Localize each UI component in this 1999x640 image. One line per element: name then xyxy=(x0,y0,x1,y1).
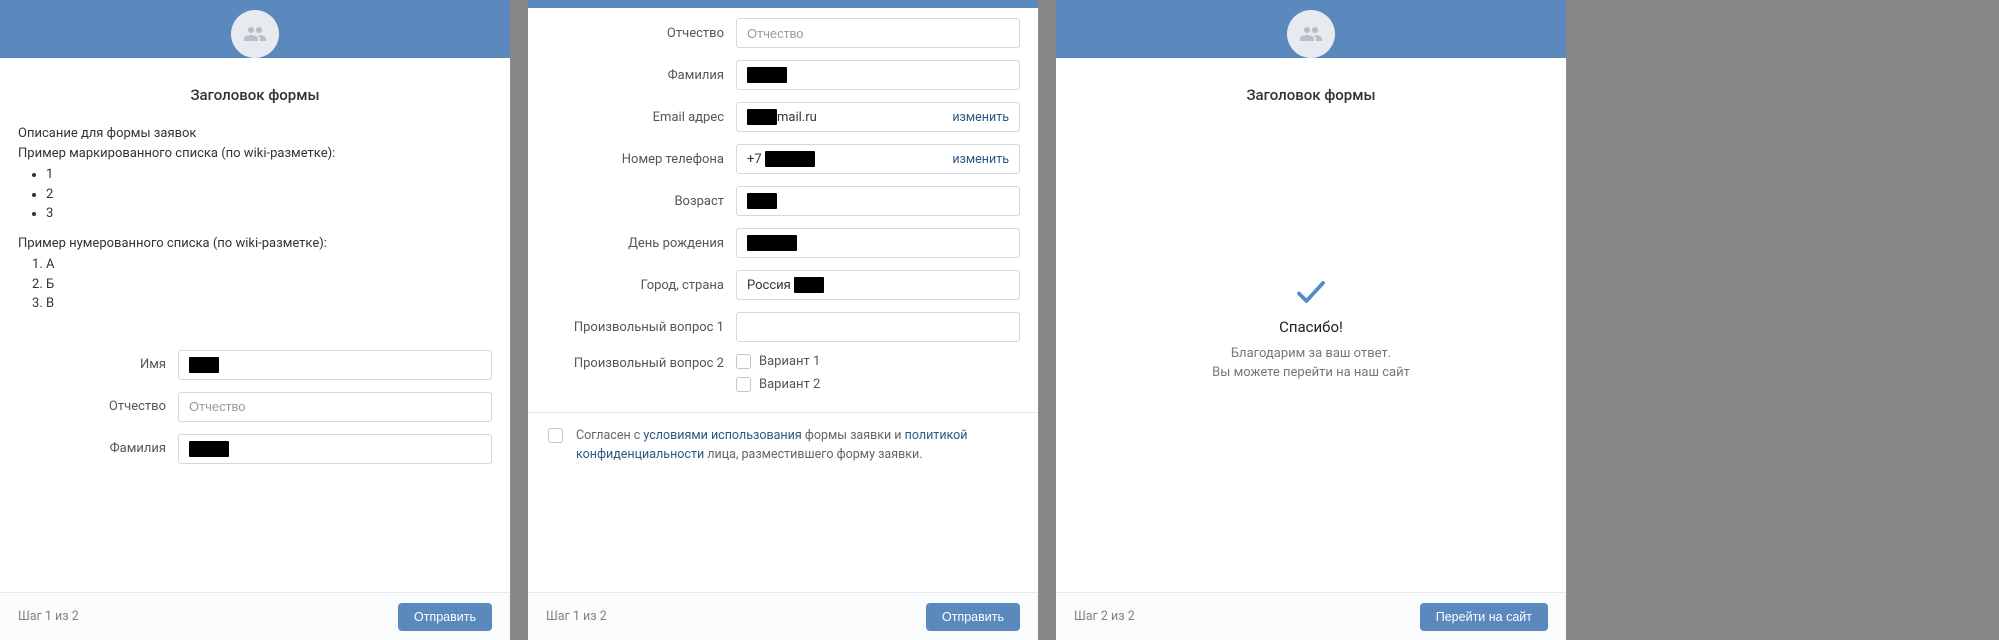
list-item: 2 xyxy=(46,185,492,205)
field-phone: Номер телефона +7 изменить xyxy=(528,138,1038,180)
form-scroll[interactable]: Отчество Фамилия Email адрес mail.ru изм… xyxy=(528,8,1038,592)
header-band xyxy=(1056,0,1566,58)
step-indicator: Шаг 2 из 2 xyxy=(1074,609,1135,624)
label-question-1: Произвольный вопрос 1 xyxy=(546,320,736,335)
label-name: Имя xyxy=(18,357,178,372)
label-phone: Номер телефона xyxy=(546,152,736,167)
list-item: В xyxy=(46,294,492,314)
numbered-list: А Б В xyxy=(18,255,492,314)
desc-line: Описание для формы заявок xyxy=(18,124,492,144)
thanks-line: Благодарим за ваш ответ. xyxy=(1212,344,1410,364)
form-title: Заголовок формы xyxy=(0,86,510,104)
age-input[interactable] xyxy=(736,186,1020,216)
terms-link[interactable]: условиями использования xyxy=(643,428,801,443)
field-question-1: Произвольный вопрос 1 xyxy=(528,306,1038,348)
label-birthday: День рождения xyxy=(546,236,736,251)
form-scroll[interactable]: Заголовок формы Описание для формы заяво… xyxy=(0,58,510,592)
option-1[interactable]: Вариант 1 xyxy=(736,354,1020,369)
desc-line: Пример маркированного списка (по wiki-ра… xyxy=(18,144,492,164)
list-item: Б xyxy=(46,275,492,295)
change-email-link[interactable]: изменить xyxy=(952,110,1009,125)
label-city: Город, страна xyxy=(546,278,736,293)
phone-value[interactable]: +7 изменить xyxy=(736,144,1020,174)
list-item: 3 xyxy=(46,204,492,224)
thanks-block: Спасибо! Благодарим за ваш ответ. Вы мож… xyxy=(1056,124,1566,592)
label-lastname: Фамилия xyxy=(546,68,736,83)
field-patronymic: Отчество xyxy=(528,12,1038,54)
field-question-2: Произвольный вопрос 2 Вариант 1 Вариант … xyxy=(528,348,1038,398)
panel-thanks: Заголовок формы Спасибо! Благодарим за в… xyxy=(1056,0,1566,640)
submit-button[interactable]: Отправить xyxy=(926,603,1020,631)
panel-form-fields: Отчество Фамилия Email адрес mail.ru изм… xyxy=(528,0,1038,640)
checkbox-icon xyxy=(736,354,751,369)
email-domain: mail.ru xyxy=(777,110,817,125)
form-description: Описание для формы заявок Пример маркиро… xyxy=(0,124,510,314)
form-title: Заголовок формы xyxy=(1056,86,1566,104)
avatar xyxy=(231,10,279,58)
name-input[interactable] xyxy=(178,350,492,380)
people-icon xyxy=(1299,22,1323,46)
patronymic-input[interactable] xyxy=(178,392,492,422)
footer-bar: Шаг 1 из 2 Отправить xyxy=(0,592,510,640)
checkmark-icon xyxy=(1293,274,1329,310)
option-2[interactable]: Вариант 2 xyxy=(736,377,1020,392)
thanks-line: Вы можете перейти на наш сайт xyxy=(1212,363,1410,383)
field-lastname: Фамилия xyxy=(528,54,1038,96)
lastname-input[interactable] xyxy=(736,60,1020,90)
lastname-input[interactable] xyxy=(178,434,492,464)
field-name: Имя xyxy=(0,344,510,386)
label-age: Возраст xyxy=(546,194,736,209)
field-city: Город, страна Россия xyxy=(528,264,1038,306)
header-band xyxy=(528,0,1038,8)
field-lastname: Фамилия xyxy=(0,428,510,470)
consent-block: Согласен с условиями использования формы… xyxy=(528,412,1038,479)
panel-form-description: Заголовок формы Описание для формы заяво… xyxy=(0,0,510,640)
change-phone-link[interactable]: изменить xyxy=(952,152,1009,167)
patronymic-input[interactable] xyxy=(736,18,1020,48)
field-birthday: День рождения xyxy=(528,222,1038,264)
checkbox-icon xyxy=(736,377,751,392)
step-indicator: Шаг 1 из 2 xyxy=(18,609,79,624)
option-2-label: Вариант 2 xyxy=(759,377,820,392)
consent-checkbox[interactable] xyxy=(548,428,563,443)
question-1-input[interactable] xyxy=(736,312,1020,342)
goto-site-button[interactable]: Перейти на сайт xyxy=(1420,603,1548,631)
city-input[interactable]: Россия xyxy=(736,270,1020,300)
option-1-label: Вариант 1 xyxy=(759,354,820,369)
field-patronymic: Отчество xyxy=(0,386,510,428)
footer-bar: Шаг 2 из 2 Перейти на сайт xyxy=(1056,592,1566,640)
country-text: Россия xyxy=(747,278,791,293)
people-icon xyxy=(243,22,267,46)
label-email: Email адрес xyxy=(546,110,736,125)
desc-line: Пример нумерованного списка (по wiki-раз… xyxy=(18,234,492,254)
list-item: 1 xyxy=(46,165,492,185)
email-value[interactable]: mail.ru изменить xyxy=(736,102,1020,132)
submit-button[interactable]: Отправить xyxy=(398,603,492,631)
avatar xyxy=(1287,10,1335,58)
list-item: А xyxy=(46,255,492,275)
consent-text: Согласен с условиями использования формы… xyxy=(576,427,1020,465)
birthday-input[interactable] xyxy=(736,228,1020,258)
phone-prefix: +7 xyxy=(747,152,762,167)
label-patronymic: Отчество xyxy=(546,26,736,41)
label-lastname: Фамилия xyxy=(18,441,178,456)
thanks-title: Спасибо! xyxy=(1279,318,1343,336)
header-band xyxy=(0,0,510,58)
field-email: Email адрес mail.ru изменить xyxy=(528,96,1038,138)
footer-bar: Шаг 1 из 2 Отправить xyxy=(528,592,1038,640)
label-patronymic: Отчество xyxy=(18,399,178,414)
bulleted-list: 1 2 3 xyxy=(18,165,492,224)
step-indicator: Шаг 1 из 2 xyxy=(546,609,607,624)
field-age: Возраст xyxy=(528,180,1038,222)
label-question-2: Произвольный вопрос 2 xyxy=(546,354,736,371)
